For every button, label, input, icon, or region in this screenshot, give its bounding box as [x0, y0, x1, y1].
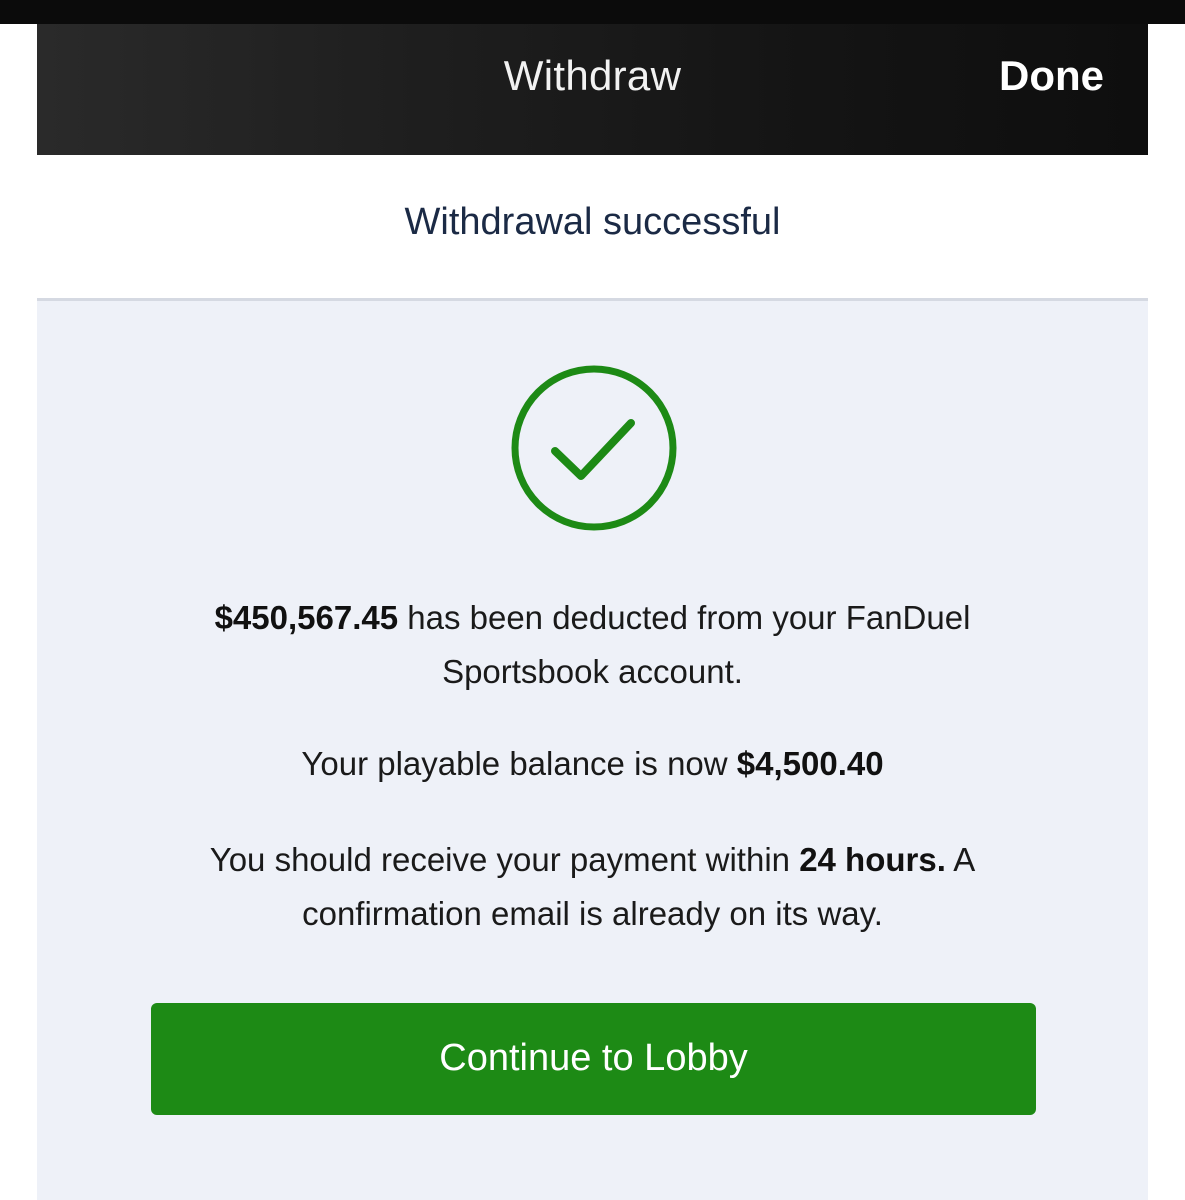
balance-message: Your playable balance is now $4,500.40 [37, 737, 1148, 791]
withdrawal-status-text: Withdrawal successful [404, 201, 781, 243]
continue-to-lobby-button[interactable]: Continue to Lobby [151, 1003, 1036, 1115]
navigation-bar: Withdraw Done [37, 24, 1148, 155]
status-header: Withdrawal successful [37, 155, 1148, 301]
checkmark-circle-icon [511, 365, 677, 531]
confirmation-panel: $450,567.45 has been deducted from your … [37, 301, 1148, 1200]
withdraw-screen: Withdraw Done Withdrawal successful $450… [37, 24, 1148, 1200]
playable-balance-amount: $4,500.40 [736, 745, 884, 782]
payment-time: 24 hours. [799, 841, 946, 878]
withdrawal-amount: $450,567.45 [214, 599, 399, 636]
payment-prefix: You should receive your payment within [209, 841, 800, 878]
done-button[interactable]: Done [999, 52, 1104, 100]
payment-message: You should receive your payment within 2… [37, 833, 1148, 941]
nav-title: Withdraw [503, 52, 682, 99]
status-bar-strip [0, 0, 1185, 24]
deduction-text-line1: has been deducted from your FanDuel [398, 599, 971, 636]
deduction-message: $450,567.45 has been deducted from your … [37, 591, 1148, 699]
balance-prefix: Your playable balance is now [301, 745, 737, 782]
payment-text-line2: confirmation email is already on its way… [302, 895, 883, 932]
deduction-text-line2: Sportsbook account. [442, 653, 743, 690]
payment-suffix: A [945, 841, 976, 878]
